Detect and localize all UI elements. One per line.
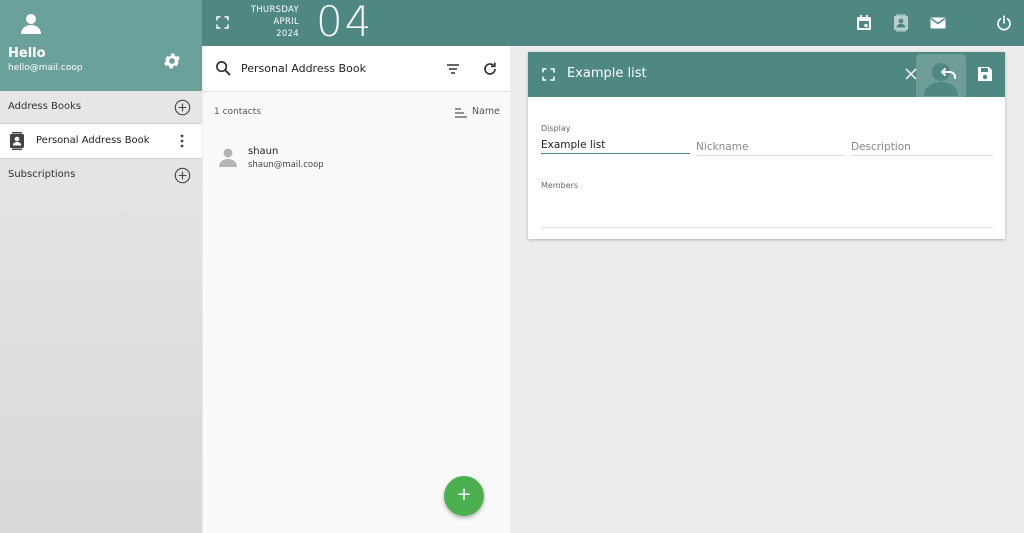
sidebar-item-label: Personal Address Book (36, 135, 150, 146)
description-input[interactable] (851, 138, 993, 156)
address-books-section: Address Books (0, 91, 202, 124)
contacts-icon[interactable] (891, 13, 911, 33)
subscriptions-label: Subscriptions (8, 169, 76, 180)
user-panel: Hello hello@mail.coop (0, 0, 202, 91)
nickname-input[interactable] (696, 138, 845, 156)
user-email: hello@mail.coop (8, 63, 83, 73)
add-subscription-button[interactable] (174, 167, 191, 184)
contacts-panel-title: Personal Address Book (241, 62, 366, 75)
more-vertical-icon[interactable] (176, 133, 188, 149)
contact-email: shaun@mail.coop (248, 160, 324, 170)
add-address-book-button[interactable] (174, 99, 191, 116)
user-avatar-icon (19, 11, 43, 35)
address-book-icon (9, 132, 25, 150)
add-contact-button[interactable]: + (444, 476, 484, 516)
contact-name: shaun (248, 146, 279, 157)
list-editor-card: Example list Display Members (528, 52, 1005, 239)
contact-avatar-icon (217, 146, 239, 168)
date-year: 2024 (276, 29, 299, 39)
contacts-panel-header: Personal Address Book (203, 46, 510, 92)
date-month: APRIL (273, 17, 299, 27)
search-icon[interactable] (215, 60, 232, 77)
sidebar-item-personal-address-book[interactable]: Personal Address Book (0, 124, 202, 158)
date-weekday: THURSDAY (250, 5, 299, 15)
members-label: Members (541, 181, 579, 190)
close-icon[interactable] (903, 66, 919, 82)
address-books-label: Address Books (8, 101, 82, 112)
sort-icon[interactable] (454, 107, 468, 119)
save-icon[interactable] (976, 65, 994, 83)
members-field[interactable] (541, 196, 993, 228)
plus-icon: + (456, 484, 472, 505)
filter-icon[interactable] (444, 60, 462, 78)
list-item[interactable]: shaun shaun@mail.coop (203, 140, 510, 180)
date-block: THURSDAY APRIL 2024 (235, 4, 299, 40)
editor-header: Example list (528, 52, 1005, 97)
sort-name-button[interactable]: Name (472, 106, 500, 117)
calendar-icon[interactable] (854, 13, 874, 33)
undo-icon[interactable] (938, 65, 958, 83)
subscriptions-section: Subscriptions (0, 158, 202, 191)
mail-icon[interactable] (928, 13, 948, 33)
user-greeting: Hello (8, 46, 46, 61)
editor-title: Example list (567, 66, 647, 81)
display-label: Display (541, 124, 571, 133)
power-icon[interactable] (994, 13, 1014, 33)
top-bar: THURSDAY APRIL 2024 04 (202, 0, 1024, 46)
sidebar: Hello hello@mail.coop Address Books Pers… (0, 0, 202, 533)
gear-icon[interactable] (162, 51, 182, 71)
contacts-panel: Personal Address Book 1 contacts Name sh… (203, 46, 510, 533)
date-day: 04 (316, 0, 374, 46)
refresh-icon[interactable] (481, 60, 499, 78)
display-input[interactable] (541, 136, 690, 154)
fullscreen-icon[interactable] (542, 68, 555, 81)
fullscreen-icon[interactable] (216, 16, 229, 29)
contacts-count: 1 contacts (214, 107, 261, 117)
